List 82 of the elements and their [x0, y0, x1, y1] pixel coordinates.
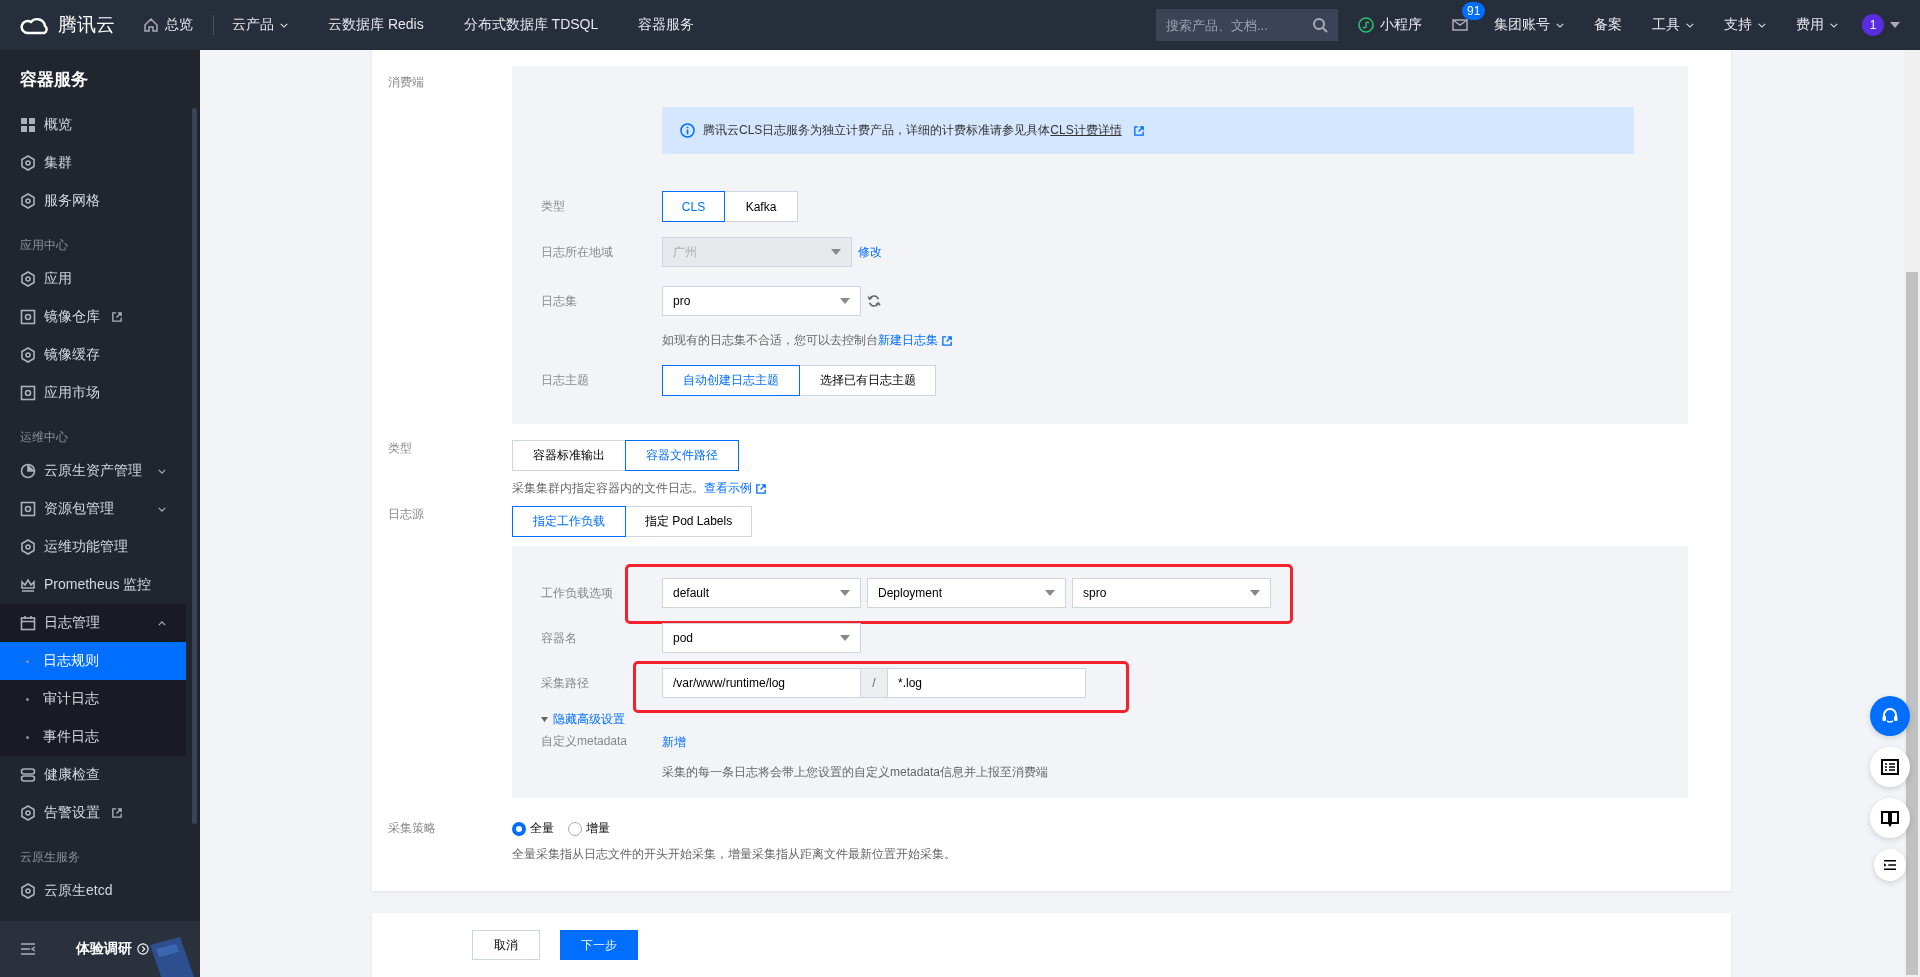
unread-count-badge: 91	[1462, 2, 1486, 20]
container-select[interactable]: pod	[662, 623, 861, 653]
segment-option[interactable]: 自动创建日志主题	[662, 365, 800, 396]
sidebar-subitem[interactable]: 审计日志	[0, 680, 186, 718]
field-label: 采集策略	[388, 820, 437, 837]
segment-option[interactable]: 指定 Pod Labels	[625, 506, 752, 537]
sidebar-title: 容器服务	[19, 69, 89, 91]
radio-label: 增量	[586, 820, 610, 837]
billing-link[interactable]: CLS计费详情	[1050, 123, 1122, 137]
survey-link[interactable]: 体验调研	[76, 940, 149, 958]
radio-option[interactable]: 全量	[512, 820, 554, 837]
radio-option[interactable]: 增量	[568, 820, 610, 837]
directory-input[interactable]: /var/www/runtime/log	[662, 668, 861, 698]
field-label: 自定义metadata	[541, 734, 629, 748]
cancel-button[interactable]: 取消	[472, 930, 540, 960]
sidebar-item[interactable]: 服务网格	[0, 182, 186, 220]
example-link[interactable]: 查看示例	[704, 480, 752, 497]
workload-select[interactable]: Deployment	[867, 578, 1066, 608]
mini-program-link[interactable]: 小程序	[1358, 16, 1422, 34]
nav-menu[interactable]: 支持	[1724, 16, 1766, 34]
menu-section-label: 云原生服务	[19, 849, 81, 866]
hint-text: 采集集群内指定容器内的文件日志。查看示例	[512, 480, 766, 497]
sidebar-subitem[interactable]: 事件日志	[0, 718, 186, 756]
field-label: 消费端	[388, 74, 425, 91]
field-label: 类型	[388, 440, 413, 457]
field-label: 日志主题	[541, 372, 590, 389]
radio-label: 全量	[530, 820, 554, 837]
sidebar-item[interactable]: 云原生资产管理	[0, 452, 186, 490]
segment-option[interactable]: 容器文件路径	[625, 440, 739, 471]
sidebar-item[interactable]: 镜像仓库	[0, 298, 186, 336]
hint-text: 全量采集指从日志文件的开头开始采集，增量采集指从距离文件最新位置开始采集。	[512, 846, 956, 863]
nav-menu[interactable]: 集团账号	[1494, 16, 1564, 34]
workload-select[interactable]: spro	[1072, 578, 1271, 608]
sidebar-item[interactable]: 集群	[0, 144, 186, 182]
advanced-settings-toggle[interactable]: 隐藏高级设置	[541, 711, 1645, 728]
path-separator: /	[861, 668, 887, 698]
field-label: 日志所在地域	[541, 244, 614, 261]
nav-menu[interactable]: 费用	[1796, 16, 1838, 34]
home-link[interactable]: 总览	[143, 16, 193, 34]
sidebar-item[interactable]: 告警设置	[0, 794, 186, 832]
logo-text[interactable]: 腾讯云	[58, 12, 115, 38]
user-avatar[interactable]: 1	[1862, 14, 1884, 36]
field-label: 容器名	[541, 630, 578, 647]
add-link[interactable]: 新增	[662, 734, 1049, 751]
create-logset-link[interactable]: 新建日志集	[878, 332, 938, 349]
sidebar-item[interactable]: 概览	[0, 106, 186, 144]
field-label: 工作负载选项	[541, 585, 614, 602]
sidebar-item[interactable]: 日志管理	[0, 604, 186, 642]
logset-select[interactable]: pro	[662, 286, 861, 316]
field-label: 日志源	[388, 506, 425, 523]
workload-select[interactable]: default	[662, 578, 861, 608]
sidebar-item[interactable]: 镜像缓存	[0, 336, 186, 374]
menu-section-label: 运维中心	[19, 429, 69, 446]
field-label: 类型	[541, 198, 566, 215]
segment-option[interactable]: CLS	[662, 191, 725, 222]
segment-option[interactable]: 选择已有日志主题	[799, 365, 936, 396]
sidebar-item[interactable]: Prometheus 监控	[0, 566, 186, 604]
next-button[interactable]: 下一步	[560, 930, 638, 960]
sidebar-item[interactable]: 健康检查	[0, 756, 186, 794]
segment-option[interactable]: Kafka	[724, 191, 798, 222]
filename-input[interactable]: *.log	[887, 668, 1086, 698]
nav-link[interactable]: 容器服务	[638, 16, 695, 34]
nav-link[interactable]: 备案	[1594, 16, 1622, 34]
sidebar-item[interactable]: 运维功能管理	[0, 528, 186, 566]
nav-menu[interactable]: 工具	[1652, 16, 1694, 34]
field-label: 采集路径	[541, 675, 590, 692]
sidebar-item[interactable]: 应用市场	[0, 374, 186, 412]
sidebar-item[interactable]: 资源包管理	[0, 490, 186, 528]
nav-link[interactable]: 云数据库 Redis	[328, 16, 424, 34]
search-field[interactable]: 搜索产品、文档...	[1156, 9, 1338, 41]
hint-text: 采集的每一条日志将会带上您设置的自定义metadata信息并上报至消费端	[662, 764, 1049, 781]
field-label: 日志集	[541, 293, 578, 310]
notice-text: 腾讯云CLS日志服务为独立计费产品，详细的计费标准请参见具体CLS计费详情	[703, 122, 1122, 139]
segment-option[interactable]: 指定工作负载	[512, 506, 626, 537]
segment-option[interactable]: 容器标准输出	[512, 440, 626, 471]
menu-section-label: 应用中心	[19, 237, 69, 254]
sidebar-item[interactable]: 云原生etcd	[0, 872, 186, 910]
nav-link[interactable]: 分布式数据库 TDSQL	[463, 16, 599, 34]
hint-text: 如现有的日志集不合适，您可以去控制台新建日志集	[662, 332, 952, 349]
sidebar-item[interactable]: 应用	[0, 260, 186, 298]
sidebar-subitem[interactable]: 日志规则	[0, 642, 186, 680]
nav-menu[interactable]: 云产品	[232, 16, 288, 34]
